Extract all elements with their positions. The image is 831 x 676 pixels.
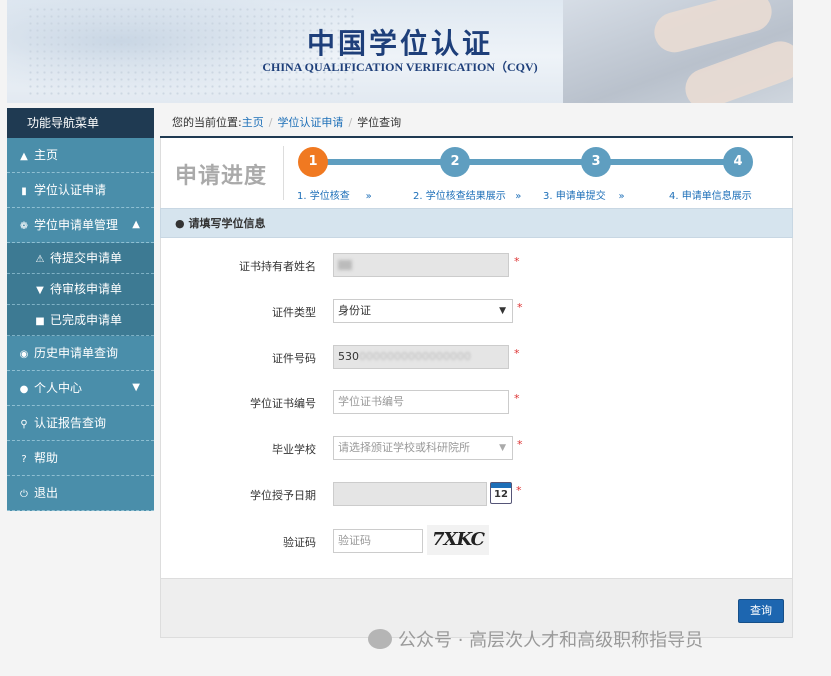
chevron-down-icon: ▼ [499,443,506,453]
form-row-id-number: 证件号码 5300000000000000000 * [161,345,792,371]
user-icon: ● [19,384,29,395]
cart-icon: ▼ [36,285,44,296]
section-title: 请填写学位信息 [188,217,266,230]
camera-icon: ◉ [19,349,29,360]
required-mark: * [514,347,520,360]
required-mark: * [516,484,522,497]
id-number-label: 证件号码 [272,352,316,365]
divider [283,146,284,200]
sidebar-subitem-pending-review[interactable]: ▼ 待审核申请单 [7,274,154,305]
date-label: 学位授予日期 [250,489,316,502]
document-icon: ▮ [21,186,27,197]
section-header: ● 请填写学位信息 [160,208,793,238]
sidebar-nav: 功能导航菜单 ▲ 主页 ▮ 学位认证申请 ❁ 学位申请单管理 ▲ ⚠ 待提交申请单 ▼ 待… [7,108,154,511]
sidebar-header: 功能导航菜单 [7,108,154,138]
progress-tracker: 申请进度 1 2 3 4 1. 学位核查 » 2. 学位核查结果展示 » 3. … [160,138,793,208]
sidebar-subitem-pending-submit[interactable]: ⚠ 待提交申请单 [7,243,154,274]
main-panel: 您的当前位置:主页 / 学位认证申请 / 学位查询 申请进度 1 2 3 4 1. 学位… [160,108,793,638]
sidebar-item-label: 已完成申请单 [50,313,123,327]
required-mark: * [517,438,523,451]
sidebar-item-application-management[interactable]: ❁ 学位申请单管理 ▲ [7,208,154,243]
sidebar-item-label: 帮助 [34,451,59,465]
form-row-date: 学位授予日期 12 * [161,482,792,508]
captcha-image[interactable]: 7XKC [427,525,489,555]
breadcrumb: 您的当前位置:主页 / 学位认证申请 / 学位查询 [160,108,793,138]
breadcrumb-prefix: 您的当前位置: [172,116,242,129]
breadcrumb-application-link[interactable]: 学位认证申请 [277,116,343,129]
holder-name-field[interactable] [333,253,509,277]
sidebar-subitem-completed[interactable]: ■ 已完成申请单 [7,305,154,336]
sidebar-item-label: 主页 [34,148,59,162]
sidebar-item-degree-application[interactable]: ▮ 学位认证申请 [7,173,154,208]
sidebar-item-help[interactable]: ? 帮助 [7,441,154,476]
help-icon: ? [21,454,27,465]
search-icon: ⚲ [20,419,28,430]
breadcrumb-current: 学位查询 [357,116,402,129]
sidebar-item-personal-center[interactable]: ● 个人中心 ▼ [7,371,154,406]
date-field[interactable] [333,482,487,506]
sidebar-item-label: 待审核申请单 [50,282,123,296]
degree-info-form: 证书持有者姓名 * 证件类型 身份证 ▼ * 证件号码 5300000000000… [160,238,793,578]
chevron-up-icon: ▲ [132,219,140,230]
user-icon: ● [175,217,185,230]
step-3-marker: 3 [581,147,611,177]
home-icon: ▲ [20,151,28,162]
cert-number-label: 学位证书编号 [250,397,316,410]
progress-title: 申请进度 [175,164,268,189]
breadcrumb-home-link[interactable]: 主页 [242,116,264,129]
watermark: 公众号 · 高层次人才和高级职称指导员 [368,626,703,652]
step-2-label: 2. 学位核查结果展示 » [413,191,522,202]
sidebar-item-logout[interactable]: ⏻ 退出 [7,476,154,511]
step-4-marker: 4 [723,147,753,177]
sidebar-item-home[interactable]: ▲ 主页 [7,138,154,173]
step-1-marker: 1 [298,147,328,177]
wechat-icon [368,629,392,649]
sidebar-item-label: 个人中心 [34,381,83,395]
sidebar-item-label: 学位申请单管理 [34,218,119,232]
cert-number-input[interactable]: 学位证书编号 [333,390,509,414]
site-title: 中国学位认证 [306,27,493,60]
captcha-input[interactable]: 验证码 [333,529,423,553]
gear-icon: ❁ [19,221,29,232]
step-4-label: 4. 申请单信息展示 [669,191,752,202]
form-row-cert-number: 学位证书编号 学位证书编号 * [161,390,792,416]
id-number-field[interactable]: 5300000000000000000 [333,345,509,369]
id-type-label: 证件类型 [272,306,316,319]
form-row-holder-name: 证书持有者姓名 * [161,253,792,279]
sidebar-item-label: 待提交申请单 [50,251,123,265]
warning-icon: ⚠ [35,254,45,265]
required-mark: * [514,255,520,268]
chevron-down-icon: ▼ [132,382,140,393]
step-1-label: 1. 学位核查 » [297,191,372,202]
sidebar-item-history[interactable]: ◉ 历史申请单查询 [7,336,154,371]
required-mark: * [514,392,520,405]
school-select[interactable]: 请选择颁证学校或科研院所 ▼ [333,436,513,460]
watermark-text: 公众号 · 高层次人才和高级职称指导员 [398,630,704,651]
query-button[interactable]: 查询 [738,599,784,623]
power-icon: ⏻ [20,489,28,500]
breadcrumb-separator: / [268,116,273,129]
site-subtitle: CHINA QUALIFICATION VERIFICATION（CQV) [262,60,538,74]
sidebar-item-label: 学位认证申请 [34,183,107,197]
header-banner: 中国学位认证 CHINA QUALIFICATION VERIFICATION（… [7,0,793,103]
id-type-select[interactable]: 身份证 ▼ [333,299,513,323]
sidebar-item-report-query[interactable]: ⚲ 认证报告查询 [7,406,154,441]
step-3-label: 3. 申请单提交 » [543,191,625,202]
holder-name-label: 证书持有者姓名 [239,260,316,273]
sidebar-item-label: 历史申请单查询 [34,346,119,360]
briefcase-icon: ■ [35,316,45,327]
required-mark: * [517,301,523,314]
captcha-label: 验证码 [283,536,316,549]
breadcrumb-separator: / [348,116,353,129]
sidebar-item-label: 认证报告查询 [34,416,107,430]
calendar-icon[interactable]: 12 [490,482,512,504]
progress-track [313,159,743,165]
chevron-down-icon: ▼ [499,306,506,316]
step-2-marker: 2 [440,147,470,177]
form-row-captcha: 验证码 验证码 7XKC [161,525,792,555]
school-label: 毕业学校 [272,443,316,456]
sidebar-item-label: 退出 [34,486,59,500]
form-row-id-type: 证件类型 身份证 ▼ * [161,299,792,325]
form-row-school: 毕业学校 请选择颁证学校或科研院所 ▼ * [161,436,792,462]
